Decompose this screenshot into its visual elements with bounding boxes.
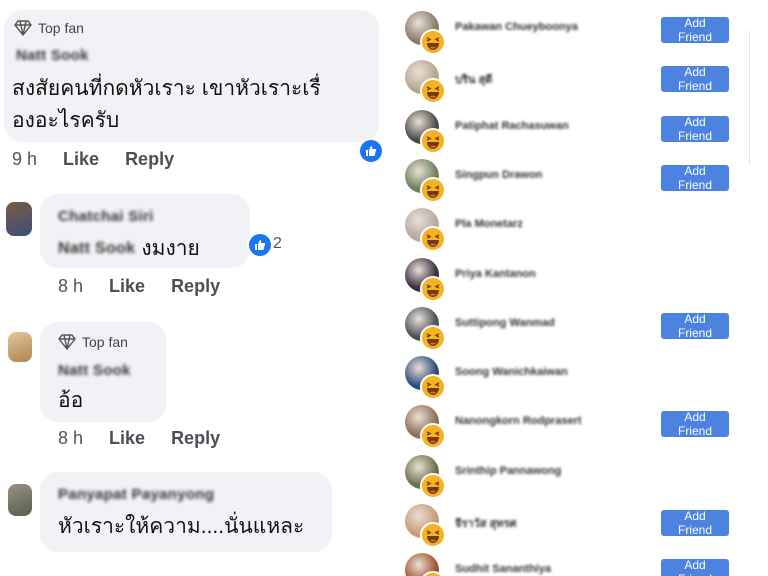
reactor-row: Singpun Drawon Add Friend (395, 158, 768, 208)
like-link[interactable]: Like (63, 149, 99, 170)
comment-text: อ้อ (58, 389, 84, 412)
comment-text: องอะไรครับ (12, 109, 120, 132)
reactor-row: Pla Monetarz (395, 208, 768, 257)
comment-timestamp[interactable]: 8 h (58, 428, 83, 449)
haha-reaction-icon (420, 324, 446, 351)
reactor-row: Sudhit Sananthiya Add Friend (395, 553, 768, 576)
reactor-row: Suttipong Wanmad Add Friend (395, 306, 768, 356)
reactor-name[interactable]: Priya Kantanon (455, 268, 536, 280)
reactor-name[interactable]: จีราวัส สุทรศ (455, 514, 516, 532)
reactor-row: Patiphat Rachasuwan Add Friend (395, 109, 768, 159)
add-friend-button[interactable]: Add Friend (661, 558, 729, 576)
like-reaction-icon[interactable] (358, 138, 384, 164)
reactor-row: Nanongkorn Rodprasert Add Friend (395, 405, 768, 454)
add-friend-button[interactable]: Add Friend (661, 164, 729, 192)
haha-reaction-icon (420, 78, 446, 105)
reactor-name[interactable]: บริน สุดี (455, 70, 492, 88)
reactor-name[interactable]: Singpun Drawon (455, 169, 542, 181)
add-friend-button[interactable]: Add Friend (661, 312, 729, 340)
comment-actions: 8 h Like Reply (58, 276, 220, 297)
comment-body: Natt Sook งมงาย (58, 232, 200, 266)
reactor-row: Pakawan Chueyboonya Add Friend (395, 11, 768, 60)
haha-reaction-icon (420, 127, 446, 154)
reply-link[interactable]: Reply (171, 428, 220, 449)
comment-timestamp[interactable]: 9 h (12, 149, 37, 170)
comment-actions: 8 h Like Reply (58, 428, 220, 449)
add-friend-button[interactable]: Add Friend (661, 410, 729, 438)
comment-text: หัวเราะให้ความ....นั่นแหละ (58, 515, 305, 538)
reactor-row: Srinthip Pannawong (395, 454, 768, 504)
like-link[interactable]: Like (109, 428, 145, 449)
haha-reaction-icon (420, 374, 446, 401)
comment-author[interactable]: Natt Sook (58, 362, 131, 379)
add-friend-button[interactable]: Add Friend (661, 16, 729, 44)
top-fan-badge: Top fan (58, 334, 128, 350)
comment-thread: Top fan Natt Sook สงสัยคนที่กดหัวเราะ เข… (0, 0, 395, 576)
comment-bubble: Top fan Natt Sook อ้อ (40, 322, 166, 422)
scrollbar[interactable] (749, 30, 750, 165)
reactor-name[interactable]: Soong Wanichkaiwan (455, 366, 568, 378)
like-reaction-icon[interactable] (247, 232, 273, 258)
avatar[interactable] (8, 484, 32, 516)
add-friend-button[interactable]: Add Friend (661, 509, 729, 537)
haha-reaction-icon (420, 522, 446, 548)
badge-label: Top fan (82, 334, 128, 350)
avatar[interactable] (8, 332, 32, 362)
comment-text: สงสัยคนที่กดหัวเราะ เขาหัวเราะเรื่ (12, 77, 321, 100)
haha-reaction-icon (420, 226, 446, 253)
reactor-row: Soong Wanichkaiwan (395, 356, 768, 405)
comment-bubble: Panyapat Payanyong หัวเราะให้ความ....นั่… (40, 472, 332, 552)
comment-text: งมงาย (141, 237, 200, 260)
comment-author[interactable]: Natt Sook (16, 47, 89, 64)
haha-reaction-icon (420, 423, 446, 450)
reactor-name[interactable]: Suttipong Wanmad (455, 317, 555, 329)
mention[interactable]: Natt Sook (58, 240, 135, 258)
comment-actions: 9 h Like Reply (12, 149, 174, 170)
reactor-row: บริน สุดี Add Friend (395, 60, 768, 109)
like-link[interactable]: Like (109, 276, 145, 297)
reply-link[interactable]: Reply (125, 149, 174, 170)
comment-author[interactable]: Panyapat Payanyong (58, 486, 214, 503)
comment-author[interactable]: Chatchai Siri (58, 208, 154, 225)
reactor-name[interactable]: Srinthip Pannawong (455, 465, 561, 477)
reactor-name[interactable]: Sudhit Sananthiya (455, 563, 551, 575)
badge-label: Top fan (38, 20, 84, 36)
reaction-count[interactable]: 2 (273, 235, 282, 253)
avatar[interactable] (6, 202, 32, 236)
haha-reaction-icon (420, 275, 446, 302)
top-fan-badge: Top fan (14, 20, 84, 36)
reactor-name[interactable]: Patiphat Rachasuwan (455, 120, 569, 132)
add-friend-button[interactable]: Add Friend (661, 65, 729, 93)
haha-reaction-icon (420, 176, 446, 203)
diamond-icon (58, 334, 76, 350)
reactor-name[interactable]: Nanongkorn Rodprasert (455, 415, 582, 427)
reply-link[interactable]: Reply (171, 276, 220, 297)
comment-bubble: Chatchai Siri Natt Sook งมงาย (40, 194, 250, 268)
comment-bubble: Top fan Natt Sook สงสัยคนที่กดหัวเราะ เข… (4, 10, 379, 142)
reactor-row: Priya Kantanon (395, 257, 768, 307)
comment-timestamp[interactable]: 8 h (58, 276, 83, 297)
reactor-name[interactable]: Pakawan Chueyboonya (455, 21, 578, 33)
reactor-name[interactable]: Pla Monetarz (455, 218, 523, 230)
reactions-list: Pakawan Chueyboonya Add Friend บริน สุดี Ad… (395, 0, 768, 576)
haha-reaction-icon (420, 472, 446, 499)
reactor-row: จีราวัส สุทรศ Add Friend (395, 504, 768, 553)
haha-reaction-icon (420, 29, 446, 55)
diamond-icon (14, 20, 32, 36)
add-friend-button[interactable]: Add Friend (661, 115, 729, 143)
